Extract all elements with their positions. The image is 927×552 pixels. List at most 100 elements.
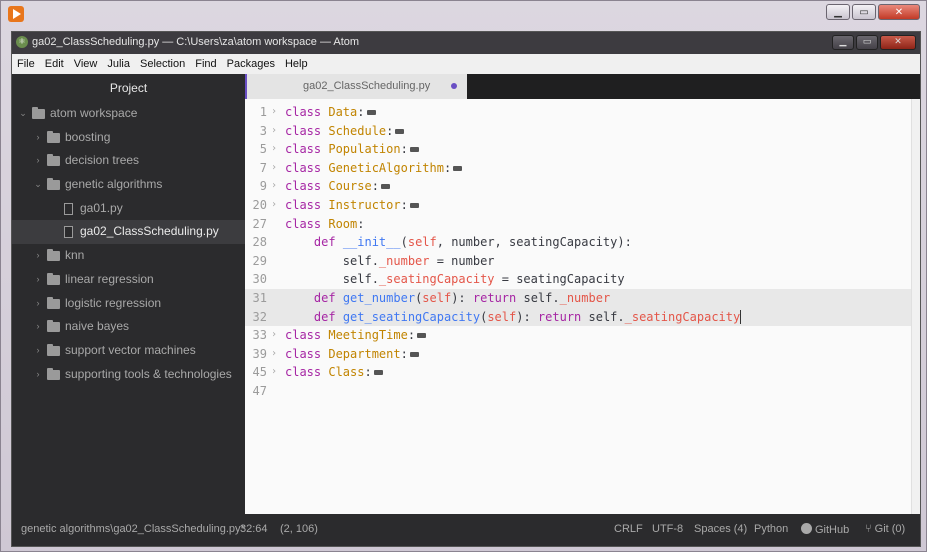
- folded-ellipsis-icon[interactable]: [409, 351, 419, 357]
- code-line[interactable]: 1 › class Data:: [245, 103, 920, 122]
- minimize-button[interactable]: ▁: [826, 4, 850, 20]
- fold-toggle-icon[interactable]: ›: [271, 103, 277, 122]
- folded-ellipsis-icon[interactable]: [366, 110, 376, 115]
- line-number[interactable]: 9: [245, 177, 267, 196]
- tree-folder[interactable]: ⌄ atom workspace: [12, 102, 245, 126]
- fold-toggle-icon[interactable]: ›: [271, 363, 277, 382]
- menu-find[interactable]: Find: [190, 58, 221, 70]
- atom-maximize-button[interactable]: ▭: [856, 35, 878, 50]
- code-line[interactable]: 7 › class GeneticAlgorithm:: [245, 159, 920, 178]
- atom-close-button[interactable]: ✕: [880, 35, 916, 50]
- line-number[interactable]: 31: [245, 289, 267, 308]
- code-line[interactable]: 3 › class Schedule:: [245, 122, 920, 141]
- status-encoding[interactable]: UTF-8: [652, 523, 683, 535]
- line-number[interactable]: 28: [245, 233, 267, 252]
- status-github[interactable]: GitHub: [801, 523, 849, 536]
- chevron-right-icon[interactable]: ›: [33, 149, 43, 173]
- status-grammar[interactable]: Python: [754, 523, 788, 535]
- folded-ellipsis-icon[interactable]: [380, 184, 390, 190]
- menu-julia[interactable]: Julia: [102, 58, 135, 70]
- menu-view[interactable]: View: [69, 58, 103, 70]
- tree-folder[interactable]: › decision trees: [12, 149, 245, 173]
- tree-folder[interactable]: › supporting tools & technologies: [12, 363, 245, 387]
- code-line[interactable]: 30 self._seatingCapacity = seatingCapaci…: [245, 270, 920, 289]
- chevron-right-icon[interactable]: ›: [33, 292, 43, 316]
- tree-folder[interactable]: › naive bayes: [12, 315, 245, 339]
- close-button[interactable]: ✕: [878, 4, 920, 20]
- line-number[interactable]: 33: [245, 326, 267, 345]
- status-indentation[interactable]: Spaces (4): [694, 523, 747, 535]
- tab-ga02-classscheduling[interactable]: ga02_ClassScheduling.py: [245, 74, 467, 99]
- fold-toggle-icon[interactable]: ›: [271, 177, 277, 196]
- tree-folder[interactable]: › logistic regression: [12, 292, 245, 316]
- menu-edit[interactable]: Edit: [40, 58, 69, 70]
- fold-toggle-icon[interactable]: ›: [271, 122, 277, 141]
- code-line[interactable]: 32 def get_seatingCapacity(self): return…: [245, 307, 920, 327]
- editor-scrollbar[interactable]: [911, 99, 920, 514]
- fold-toggle-icon[interactable]: ›: [271, 140, 277, 159]
- chevron-right-icon[interactable]: ›: [33, 315, 43, 339]
- tree-folder[interactable]: › boosting: [12, 126, 245, 150]
- menu-packages[interactable]: Packages: [222, 58, 280, 70]
- code-line[interactable]: 5 › class Population:: [245, 140, 920, 159]
- chevron-right-icon[interactable]: ›: [33, 126, 43, 150]
- code-line[interactable]: 9 › class Course:: [245, 177, 920, 196]
- tree-folder[interactable]: › linear regression: [12, 268, 245, 292]
- folded-ellipsis-icon[interactable]: [409, 202, 419, 208]
- chevron-down-icon[interactable]: ⌄: [18, 102, 28, 126]
- chevron-right-icon[interactable]: ›: [33, 363, 43, 387]
- line-number[interactable]: 20: [245, 196, 267, 215]
- line-number[interactable]: 30: [245, 270, 267, 289]
- menu-selection[interactable]: Selection: [135, 58, 190, 70]
- folded-ellipsis-icon[interactable]: [417, 333, 427, 339]
- line-number[interactable]: 47: [245, 382, 267, 401]
- menu-file[interactable]: File: [12, 58, 40, 70]
- line-number[interactable]: 3: [245, 122, 267, 141]
- fold-toggle-icon[interactable]: ›: [271, 159, 277, 178]
- modified-indicator-icon[interactable]: [451, 83, 457, 89]
- code-area[interactable]: 1 › class Data: 3 › class Schedule: 5 › class Po…: [245, 103, 920, 401]
- line-number[interactable]: 7: [245, 159, 267, 178]
- code-line[interactable]: 20 › class Instructor:: [245, 196, 920, 215]
- folded-ellipsis-icon[interactable]: [453, 165, 463, 171]
- folded-ellipsis-icon[interactable]: [409, 147, 419, 153]
- code-line[interactable]: 28 def __init__(self, number, seatingCap…: [245, 233, 920, 252]
- menu-help[interactable]: Help: [280, 58, 313, 70]
- status-line-ending[interactable]: CRLF: [614, 523, 643, 535]
- fold-toggle-icon[interactable]: ›: [271, 196, 277, 215]
- code-line[interactable]: 47: [245, 382, 920, 401]
- tree-item-label: decision trees: [65, 153, 140, 168]
- line-number[interactable]: 32: [245, 308, 267, 327]
- status-file-path[interactable]: genetic algorithms\ga02_ClassScheduling.…: [21, 523, 245, 535]
- tree-folder[interactable]: ⌄ genetic algorithms: [12, 173, 245, 197]
- code-line[interactable]: 39 › class Department:: [245, 345, 920, 364]
- atom-minimize-button[interactable]: ▁: [832, 35, 854, 50]
- chevron-down-icon[interactable]: ⌄: [33, 173, 43, 197]
- line-number[interactable]: 45: [245, 363, 267, 382]
- chevron-right-icon[interactable]: ›: [33, 339, 43, 363]
- code-line[interactable]: 33 › class MeetingTime:: [245, 326, 920, 345]
- folded-ellipsis-icon[interactable]: [373, 370, 383, 376]
- code-line[interactable]: 27 class Room:: [245, 215, 920, 234]
- fold-toggle-icon[interactable]: ›: [271, 326, 277, 345]
- tree-file[interactable]: ga02_ClassScheduling.py: [12, 220, 245, 245]
- tree-folder[interactable]: › support vector machines: [12, 339, 245, 363]
- line-number[interactable]: 5: [245, 140, 267, 159]
- line-number[interactable]: 39: [245, 345, 267, 364]
- chevron-right-icon[interactable]: ›: [33, 268, 43, 292]
- tree-file[interactable]: ga01.py: [12, 197, 245, 221]
- line-number[interactable]: 1: [245, 103, 267, 122]
- status-git[interactable]: ⑂ Git (0): [865, 523, 905, 535]
- maximize-button[interactable]: ▭: [852, 4, 876, 20]
- code-token: :: [443, 160, 452, 175]
- tree-folder[interactable]: › knn: [12, 244, 245, 268]
- folded-ellipsis-icon[interactable]: [395, 128, 405, 134]
- code-line[interactable]: 29 self._number = number: [245, 252, 920, 271]
- fold-toggle-icon[interactable]: ›: [271, 345, 277, 364]
- line-number[interactable]: 27: [245, 215, 267, 234]
- code-line[interactable]: 45 › class Class:: [245, 363, 920, 382]
- chevron-right-icon[interactable]: ›: [33, 244, 43, 268]
- code-line[interactable]: 31 def get_number(self): return self._nu…: [245, 288, 920, 308]
- line-number[interactable]: 29: [245, 252, 267, 271]
- status-cursor-position[interactable]: 32:64: [240, 523, 268, 535]
